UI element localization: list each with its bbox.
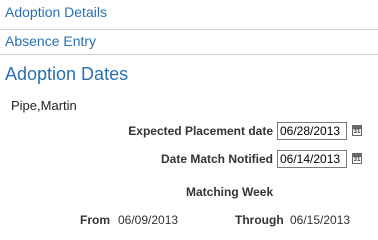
matching-week-heading: Matching Week: [186, 185, 274, 199]
calendar-icon[interactable]: 31: [352, 153, 362, 164]
person-name: Pipe,Martin: [11, 98, 77, 113]
absence-entry-link[interactable]: Absence Entry: [5, 33, 96, 49]
adoption-details-row: Adoption Details: [0, 0, 378, 30]
through-value: 06/15/2013: [290, 213, 351, 227]
from-label: From: [80, 213, 110, 227]
from-value: 06/09/2013: [118, 213, 179, 227]
through-label: Through: [235, 213, 284, 227]
adoption-details-link[interactable]: Adoption Details: [5, 4, 107, 20]
absence-entry-row: Absence Entry: [0, 30, 378, 55]
expected-placement-label: Expected Placement date: [128, 124, 273, 138]
date-match-notified-label: Date Match Notified: [160, 152, 273, 166]
expected-placement-input[interactable]: [277, 122, 347, 140]
date-match-notified-input[interactable]: [277, 150, 347, 168]
page-title: Adoption Dates: [5, 64, 129, 84]
calendar-icon[interactable]: 31: [352, 125, 362, 136]
